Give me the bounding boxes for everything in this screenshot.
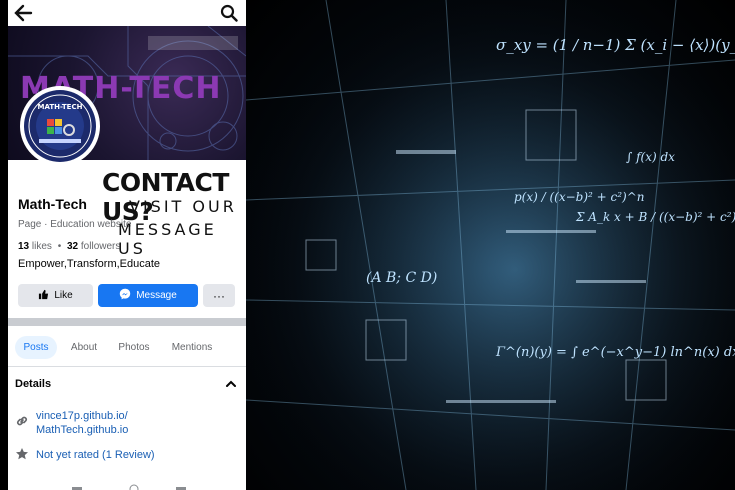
grid-artwork [246, 0, 735, 490]
section-divider [8, 318, 246, 326]
more-options-button[interactable]: ··· [203, 284, 235, 307]
tab-mentions[interactable]: Mentions [166, 336, 218, 359]
equation-partial-fraction: Σ A_k x + B / ((x−b)² + c²)^k [576, 210, 735, 224]
avatar-text: MATH-TECH [37, 103, 83, 111]
rating-link[interactable]: Not yet rated (1 Review) [36, 449, 155, 461]
website-link-line2: MathTech.github.io [36, 424, 129, 436]
followers-label: followers [80, 241, 121, 252]
website-link[interactable]: vince17p.github.io/ MathTech.github.io [36, 409, 128, 437]
stats-separator: • [57, 241, 62, 252]
link-icon [15, 414, 29, 433]
tab-photos-label: Photos [118, 342, 150, 353]
message-button[interactable]: Message [98, 284, 198, 307]
more-icon: ··· [213, 288, 225, 303]
like-label: Like [54, 290, 73, 301]
message-label: Message [136, 290, 177, 301]
page-name: Math-Tech [18, 196, 87, 212]
arrow-left-icon[interactable] [12, 3, 34, 28]
tab-about[interactable]: About [64, 336, 104, 359]
avatar[interactable]: MATH-TECH [20, 86, 100, 166]
page-bio: Empower,Transform,Educate [18, 258, 161, 270]
equation-integral: ∫ f(x) dx [626, 150, 675, 164]
tab-mentions-label: Mentions [171, 342, 213, 353]
likes-count: 13 [18, 241, 30, 252]
math-tech-logo [24, 90, 96, 162]
messenger-icon [119, 288, 131, 303]
search-icon[interactable] [220, 4, 238, 27]
thumbs-up-icon [38, 289, 49, 303]
website-link-line1: vince17p.github.io/ [36, 410, 128, 422]
top-bar [8, 0, 246, 26]
star-icon [15, 447, 29, 466]
equation-matrix: (A B; C D) [366, 270, 438, 286]
equation-rational: p(x) / ((x−b)² + c²)^n [514, 190, 645, 204]
background-math-artwork: σ_xy = (1 / n−1) Σ (x_i − ⟨x⟩)(y_i − ⟨y⟩… [246, 0, 735, 490]
equation-gamma: Γ^(n)(y) = ∫ e^(−x^y−1) ln^n(x) dx [496, 345, 735, 360]
likes-label: likes [31, 241, 52, 252]
details-heading: Details [15, 378, 52, 390]
message-us-text: MESSAGE US [118, 220, 217, 258]
facebook-page-panel: MATH-TECH MATH-TECH CONTACT US? Math-Tec… [8, 0, 246, 490]
visit-our-text: VISIT OUR [129, 197, 237, 216]
tab-posts-label: Posts [23, 342, 49, 353]
tab-posts[interactable]: Posts [15, 336, 57, 359]
chevron-up-icon[interactable] [225, 377, 237, 395]
page-category: Page · Education website [18, 219, 132, 230]
followers-count: 32 [67, 241, 79, 252]
equation-covariance: σ_xy = (1 / n−1) Σ (x_i − ⟨x⟩)(y_i − ⟨y⟩… [496, 36, 735, 54]
like-button[interactable]: Like [18, 284, 93, 307]
bottom-icons-strip [8, 478, 246, 490]
tab-about-label: About [70, 342, 98, 353]
tab-photos[interactable]: Photos [112, 336, 156, 359]
page-stats: 13 likes • 32 followers [18, 241, 120, 252]
tabs-separator [8, 366, 246, 367]
